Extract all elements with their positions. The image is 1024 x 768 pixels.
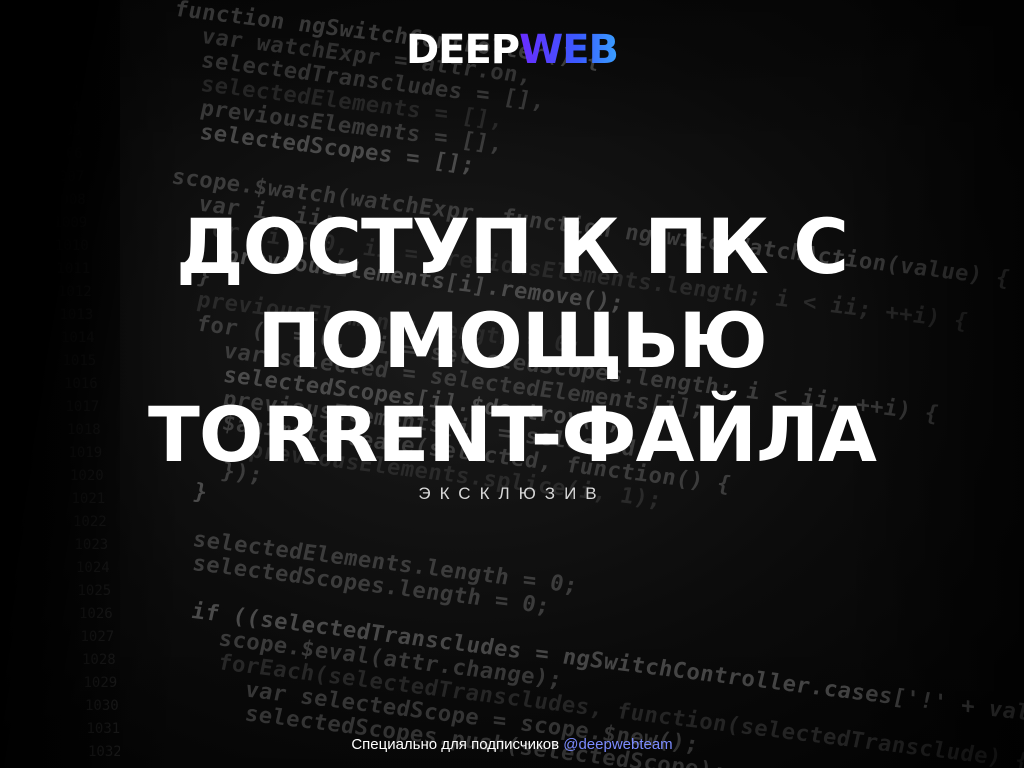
exclusive-label: ЭКСКЛЮЗИВ — [418, 484, 606, 503]
footer-text: Специально для подписчиков — [351, 736, 560, 753]
poster: 1000100110021003100410051006100710081009… — [0, 0, 1024, 768]
logo-part-web: WEB — [519, 27, 619, 73]
footer-credit: Специально для подписчиков @deepwebteam — [0, 736, 1024, 753]
footer-handle: @deepwebteam — [563, 736, 673, 753]
brand-logo: DEEPWEB — [0, 24, 1024, 76]
logo-part-deep: DEEP — [405, 27, 520, 73]
headline-line-1: ДОСТУП К ПК С — [175, 202, 849, 291]
headline: ДОСТУП К ПК С ПОМОЩЬЮ TORRENT-ФАЙЛА — [0, 200, 1024, 482]
headline-line-3: TORRENT-ФАЙЛА — [148, 390, 877, 479]
headline-line-2: ПОМОЩЬЮ — [257, 296, 767, 385]
